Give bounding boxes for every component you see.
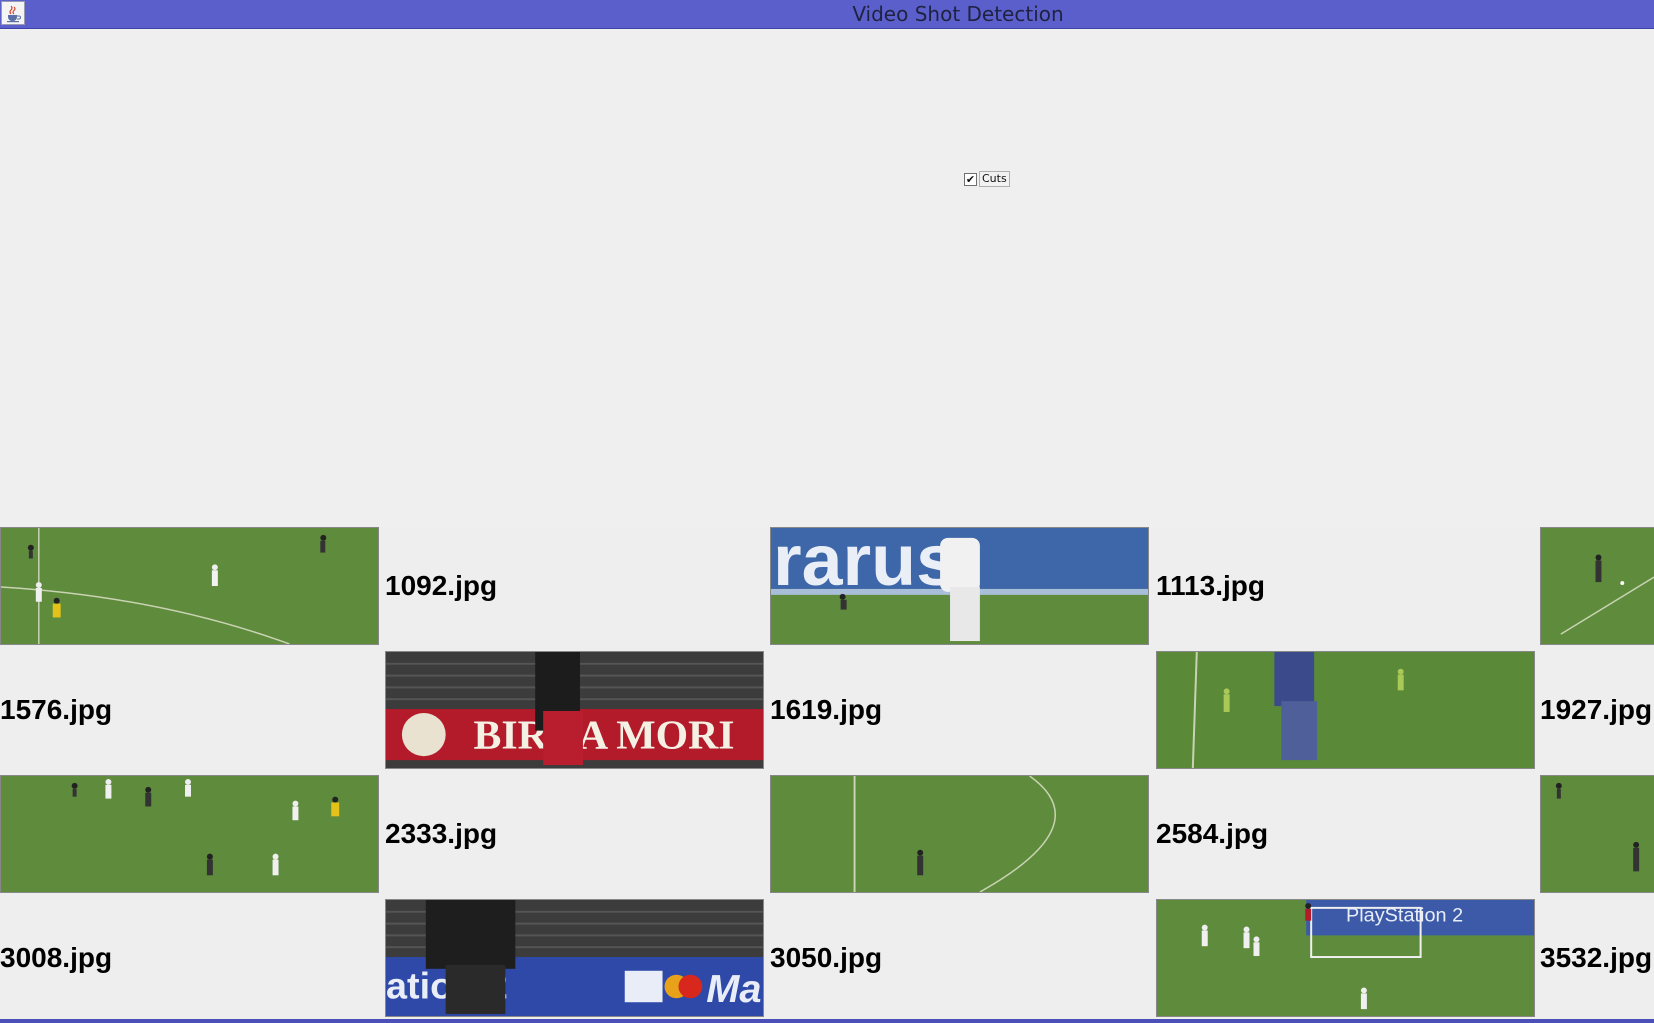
shot-thumbnail[interactable] [770,775,1149,893]
controls-panel: ✔ Cuts [0,29,1654,527]
shot-thumbnail[interactable]: rarus [770,527,1149,645]
checkmark-icon[interactable]: ✔ [964,172,977,186]
shot-filename: 3050.jpg [770,942,883,973]
shot-thumbnail[interactable] [1540,775,1654,893]
svg-text:BIRRA MORI: BIRRA MORI [474,712,735,758]
shot-filename: 2333.jpg [385,818,498,849]
svg-text:Ma: Ma [706,967,761,1011]
shot-thumbnail[interactable] [1540,527,1654,645]
shot-thumbnail[interactable] [0,527,379,645]
cuts-label: Cuts [979,171,1010,187]
shot-filename: 2584.jpg [1156,818,1269,849]
shot-filename: 3532.jpg [1540,942,1653,973]
shot-filename: 1927.jpg [1540,694,1653,725]
shot-filename: 1576.jpg [0,694,113,725]
title-bar: Video Shot Detection [0,0,1654,29]
shot-results-grid: 1092.jpg rarus 1113.jpg 1576.jpg BIRRA M… [0,527,1654,1023]
bottom-scroll-strip [0,1019,1654,1023]
shot-filename: 1113.jpg [1156,570,1265,601]
shot-thumbnail[interactable]: ation 2 Ma [385,899,764,1017]
shot-thumbnail[interactable] [1156,651,1535,769]
shot-filename: 1092.jpg [385,570,498,601]
cuts-checkbox[interactable]: ✔ Cuts [964,171,1010,187]
shot-filename: 3008.jpg [0,942,113,973]
window-title: Video Shot Detection [852,2,1064,26]
shot-thumbnail[interactable] [0,775,379,893]
shot-thumbnail[interactable]: PlayStation 2 [1156,899,1535,1017]
shot-filename: 1619.jpg [770,694,883,725]
shot-thumbnail[interactable]: BIRRA MORI [385,651,764,769]
